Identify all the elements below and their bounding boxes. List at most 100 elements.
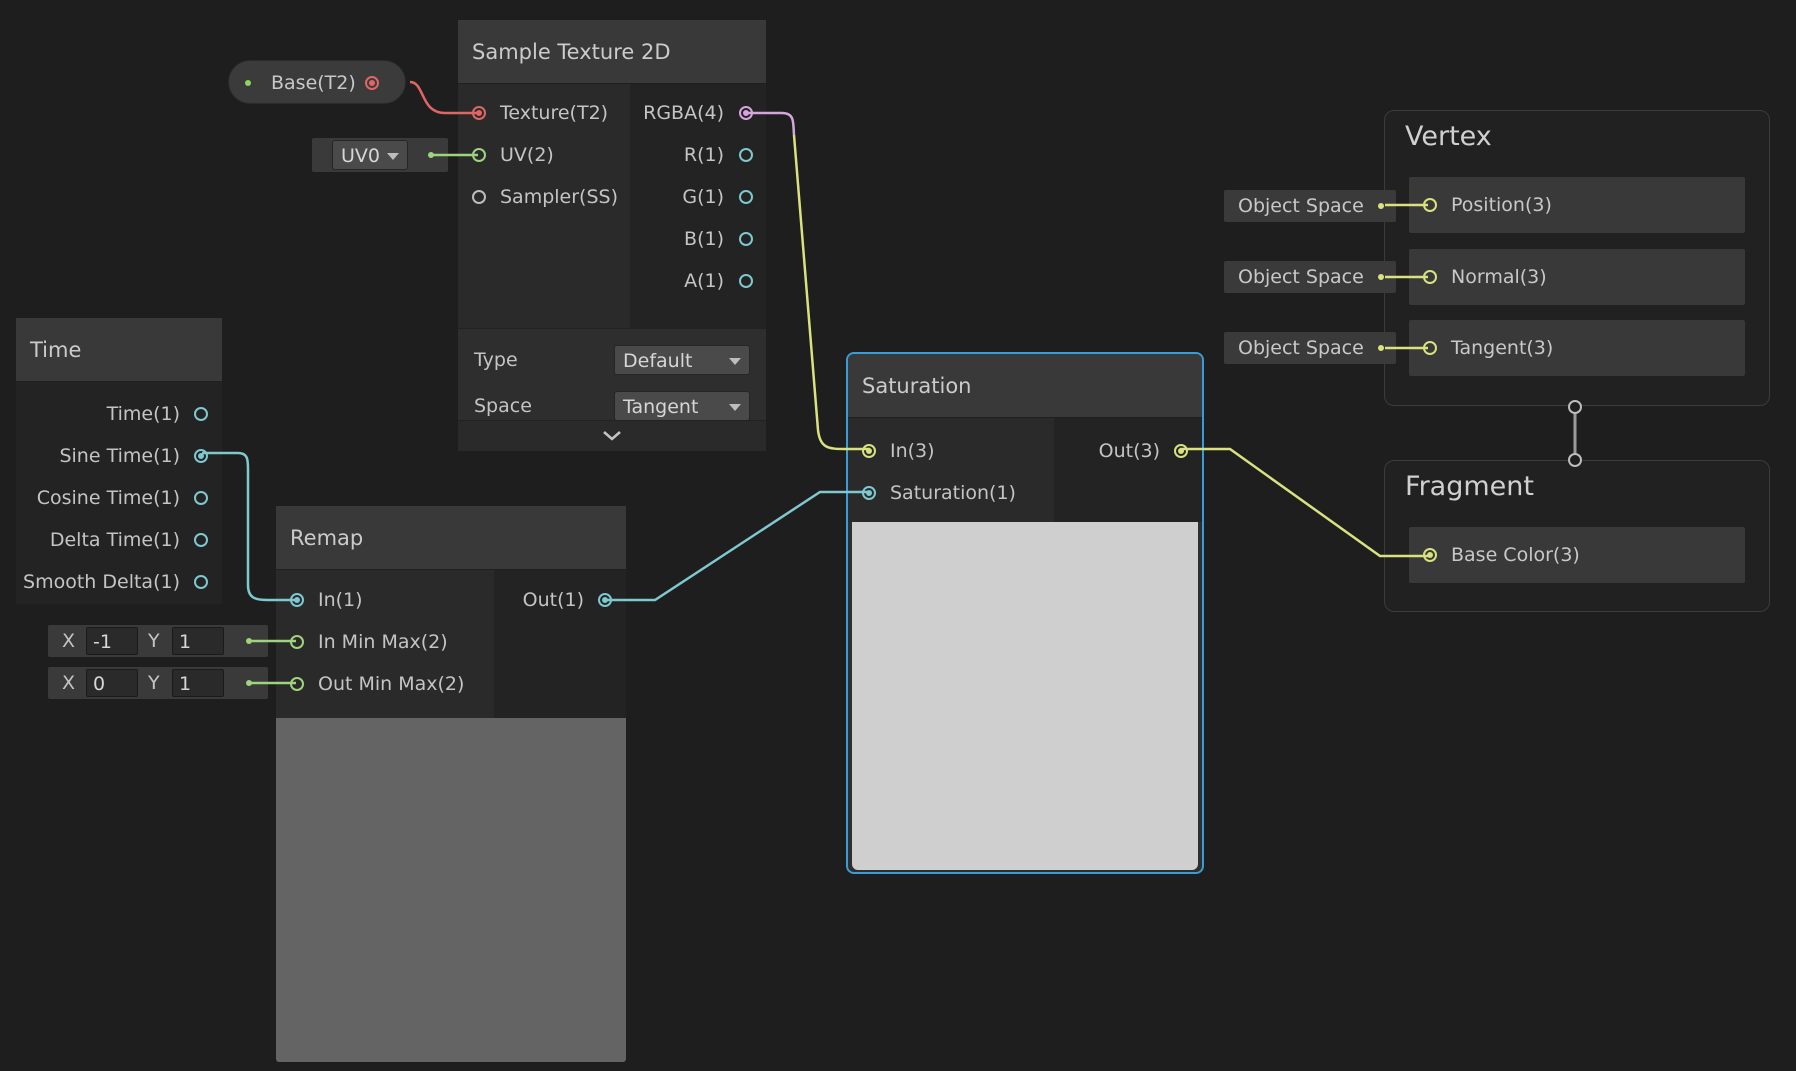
smooth-delta-output-label: Smooth Delta(1) [23, 571, 180, 593]
expand-preview-button[interactable] [458, 420, 766, 451]
vertex-title: Vertex [1405, 121, 1492, 152]
time-output-label: Time(1) [106, 403, 180, 425]
r-output-port[interactable] [739, 148, 753, 162]
node-title: Saturation [848, 354, 1202, 418]
position-input-port[interactable] [1423, 198, 1437, 212]
cosine-time-output-port[interactable] [194, 491, 208, 505]
property-node-base[interactable]: Base(T2) [228, 60, 406, 104]
output-time: Time(1) [16, 393, 222, 435]
space-label[interactable]: Object Space [1238, 332, 1364, 364]
x-axis-label: X [62, 630, 76, 652]
position-label: Position(3) [1451, 194, 1552, 216]
normal-label: Normal(3) [1451, 266, 1547, 288]
sine-time-output-label: Sine Time(1) [59, 445, 180, 467]
in-min-max-x-field[interactable]: -1 [86, 627, 138, 655]
block-position[interactable]: Position(3) [1409, 177, 1745, 233]
uv-channel-dropdown[interactable]: UV0 [332, 140, 408, 170]
space-label[interactable]: Object Space [1238, 261, 1364, 293]
base-color-input-port[interactable] [1423, 548, 1437, 562]
in-min-max-input-port[interactable] [290, 635, 304, 649]
sampler-input-label: Sampler(SS) [500, 186, 618, 208]
output-a: A(1) [630, 260, 766, 302]
tangent-label: Tangent(3) [1451, 337, 1554, 359]
tangent-input-port[interactable] [1423, 341, 1437, 355]
g-output-port[interactable] [739, 190, 753, 204]
uv-input-port[interactable] [472, 148, 486, 162]
in-input-port[interactable] [862, 444, 876, 458]
normal-space-input: Object Space [1224, 261, 1396, 293]
inline-dot [246, 680, 252, 686]
a-output-port[interactable] [739, 274, 753, 288]
wire-remap-out-to-saturation [604, 490, 870, 602]
tangent-space-input: Object Space [1224, 332, 1396, 364]
sine-time-output-port[interactable] [194, 449, 208, 463]
saturation-input-port[interactable] [862, 486, 876, 500]
out-min-max-x-field[interactable]: 0 [86, 669, 138, 697]
node-title: Time [16, 318, 222, 382]
uv-channel-value: UV0 [341, 145, 380, 167]
sampler-input-port[interactable] [472, 190, 486, 204]
r-output-label: R(1) [683, 144, 724, 166]
in-input-port[interactable] [290, 593, 304, 607]
texture-input-label: Texture(T2) [500, 102, 609, 124]
chevron-down-icon [387, 153, 399, 160]
out-min-max-y-field[interactable]: 1 [172, 669, 224, 697]
cosine-time-output-label: Cosine Time(1) [36, 487, 180, 509]
node-title: Remap [276, 506, 626, 570]
block-base-color[interactable]: Base Color(3) [1409, 527, 1745, 583]
output-delta-time: Delta Time(1) [16, 519, 222, 561]
uv-input-label: UV(2) [500, 144, 554, 166]
output-out: Out(1) [494, 579, 626, 621]
out-output-port[interactable] [598, 593, 612, 607]
y-axis-label: Y [148, 672, 160, 694]
property-output-port[interactable] [365, 76, 379, 90]
fragment-context[interactable]: Fragment Base Color(3) [1384, 460, 1770, 612]
output-g: G(1) [630, 176, 766, 218]
output-b: B(1) [630, 218, 766, 260]
rgba-output-label: RGBA(4) [643, 102, 724, 124]
uv-inline-input: UV0 [312, 138, 448, 172]
output-cosine-time: Cosine Time(1) [16, 477, 222, 519]
type-dropdown[interactable]: Default [614, 345, 750, 375]
block-normal[interactable]: Normal(3) [1409, 249, 1745, 305]
in-input-label: In(1) [318, 589, 363, 611]
space-dropdown[interactable]: Tangent [614, 391, 750, 421]
delta-time-output-label: Delta Time(1) [49, 529, 180, 551]
out-output-port[interactable] [1174, 444, 1188, 458]
time-node[interactable]: Time Time(1) Sine Time(1) Cosine Time(1)… [16, 318, 222, 604]
type-value: Default [623, 350, 693, 372]
x-value: -1 [93, 631, 112, 653]
saturation-input-label: Saturation(1) [890, 482, 1016, 504]
vertex-context[interactable]: Vertex Position(3) Normal(3) Tangent(3) [1384, 110, 1770, 406]
out-min-max-inline-input: X 0 Y 1 [48, 667, 268, 699]
block-tangent[interactable]: Tangent(3) [1409, 320, 1745, 376]
delta-time-output-port[interactable] [194, 533, 208, 547]
a-output-label: A(1) [684, 270, 724, 292]
type-label: Type [474, 349, 518, 371]
position-space-input: Object Space [1224, 190, 1396, 222]
output-rgba: RGBA(4) [630, 92, 766, 134]
time-output-port[interactable] [194, 407, 208, 421]
saturation-preview [852, 522, 1198, 870]
normal-input-port[interactable] [1423, 270, 1437, 284]
node-title: Sample Texture 2D [458, 20, 766, 84]
remap-node[interactable]: Remap In(1) In Min Max(2) Out Min Max(2)… [276, 506, 626, 1062]
space-label[interactable]: Object Space [1238, 190, 1364, 222]
in-min-max-y-field[interactable]: 1 [172, 627, 224, 655]
out-output-label: Out(1) [522, 589, 584, 611]
inline-dot [1378, 274, 1384, 280]
saturation-node[interactable]: Saturation In(3) Saturation(1) Out(3) [846, 352, 1204, 874]
b-output-port[interactable] [739, 232, 753, 246]
in-min-max-input-label: In Min Max(2) [318, 631, 448, 653]
output-r: R(1) [630, 134, 766, 176]
out-min-max-input-port[interactable] [290, 677, 304, 691]
texture-input-port[interactable] [472, 106, 486, 120]
space-value: Tangent [623, 396, 699, 418]
sample-texture-2d-node[interactable]: Sample Texture 2D Texture(T2) UV(2) Samp… [458, 20, 766, 451]
remap-preview [276, 718, 626, 1062]
out-min-max-input-label: Out Min Max(2) [318, 673, 465, 695]
output-out: Out(3) [1054, 430, 1202, 472]
smooth-delta-output-port[interactable] [194, 575, 208, 589]
inline-dot [246, 638, 252, 644]
rgba-output-port[interactable] [739, 106, 753, 120]
